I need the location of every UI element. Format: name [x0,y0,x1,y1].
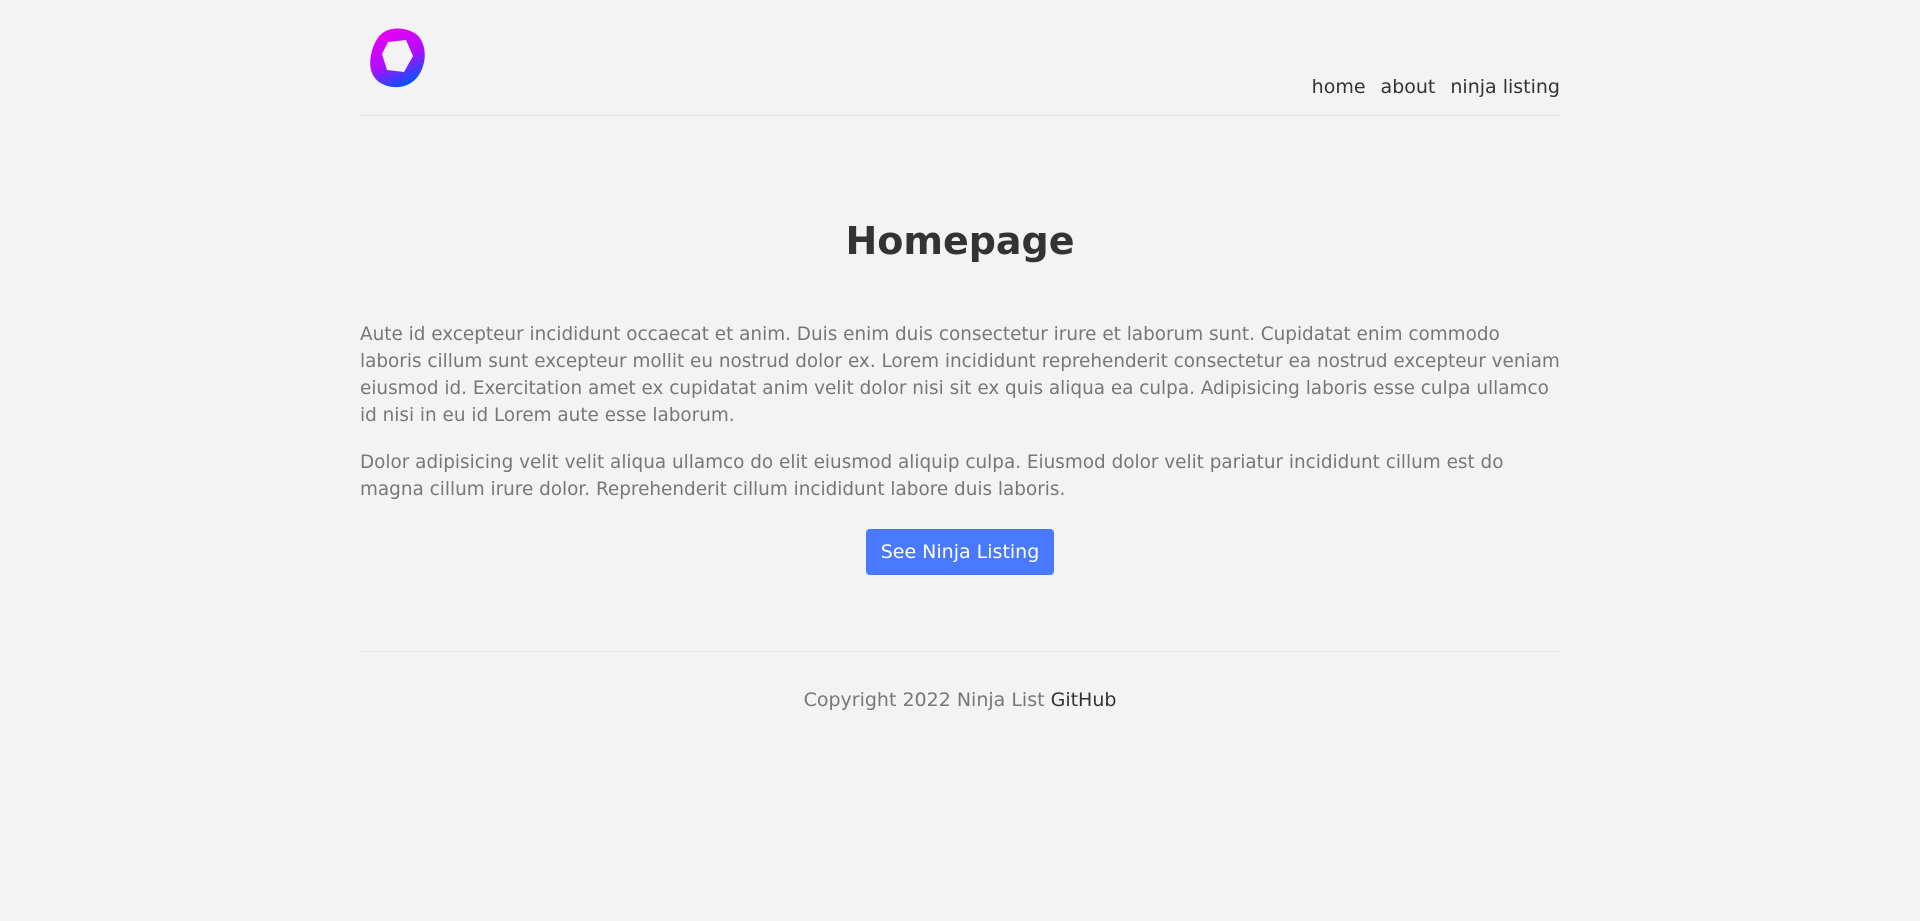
copyright-text: Copyright 2022 Ninja List [803,689,1045,711]
intro-paragraph: Aute id excepteur incididunt occaecat et… [360,324,1560,426]
page-title: Homepage [845,219,1075,263]
nav-link-about[interactable]: about [1381,76,1436,98]
site-header: home about ninja listing [360,0,1560,116]
gradient-ring-logo-icon[interactable] [366,26,428,88]
site-footer: Copyright 2022 Ninja List GitHub [360,689,1560,711]
footer-divider [360,651,1560,652]
nav-link-home[interactable]: home [1312,76,1366,98]
secondary-paragraph: Dolor adipisicing velit velit aliqua ull… [360,452,1504,500]
page-container: home about ninja listing Homepage Aute i… [360,0,1560,711]
nav-link-ninja-listing[interactable]: ninja listing [1450,76,1560,98]
see-ninja-listing-button[interactable]: See Ninja Listing [866,529,1054,575]
github-link[interactable]: GitHub [1051,689,1117,711]
nav-links: home about ninja listing [1312,76,1560,98]
